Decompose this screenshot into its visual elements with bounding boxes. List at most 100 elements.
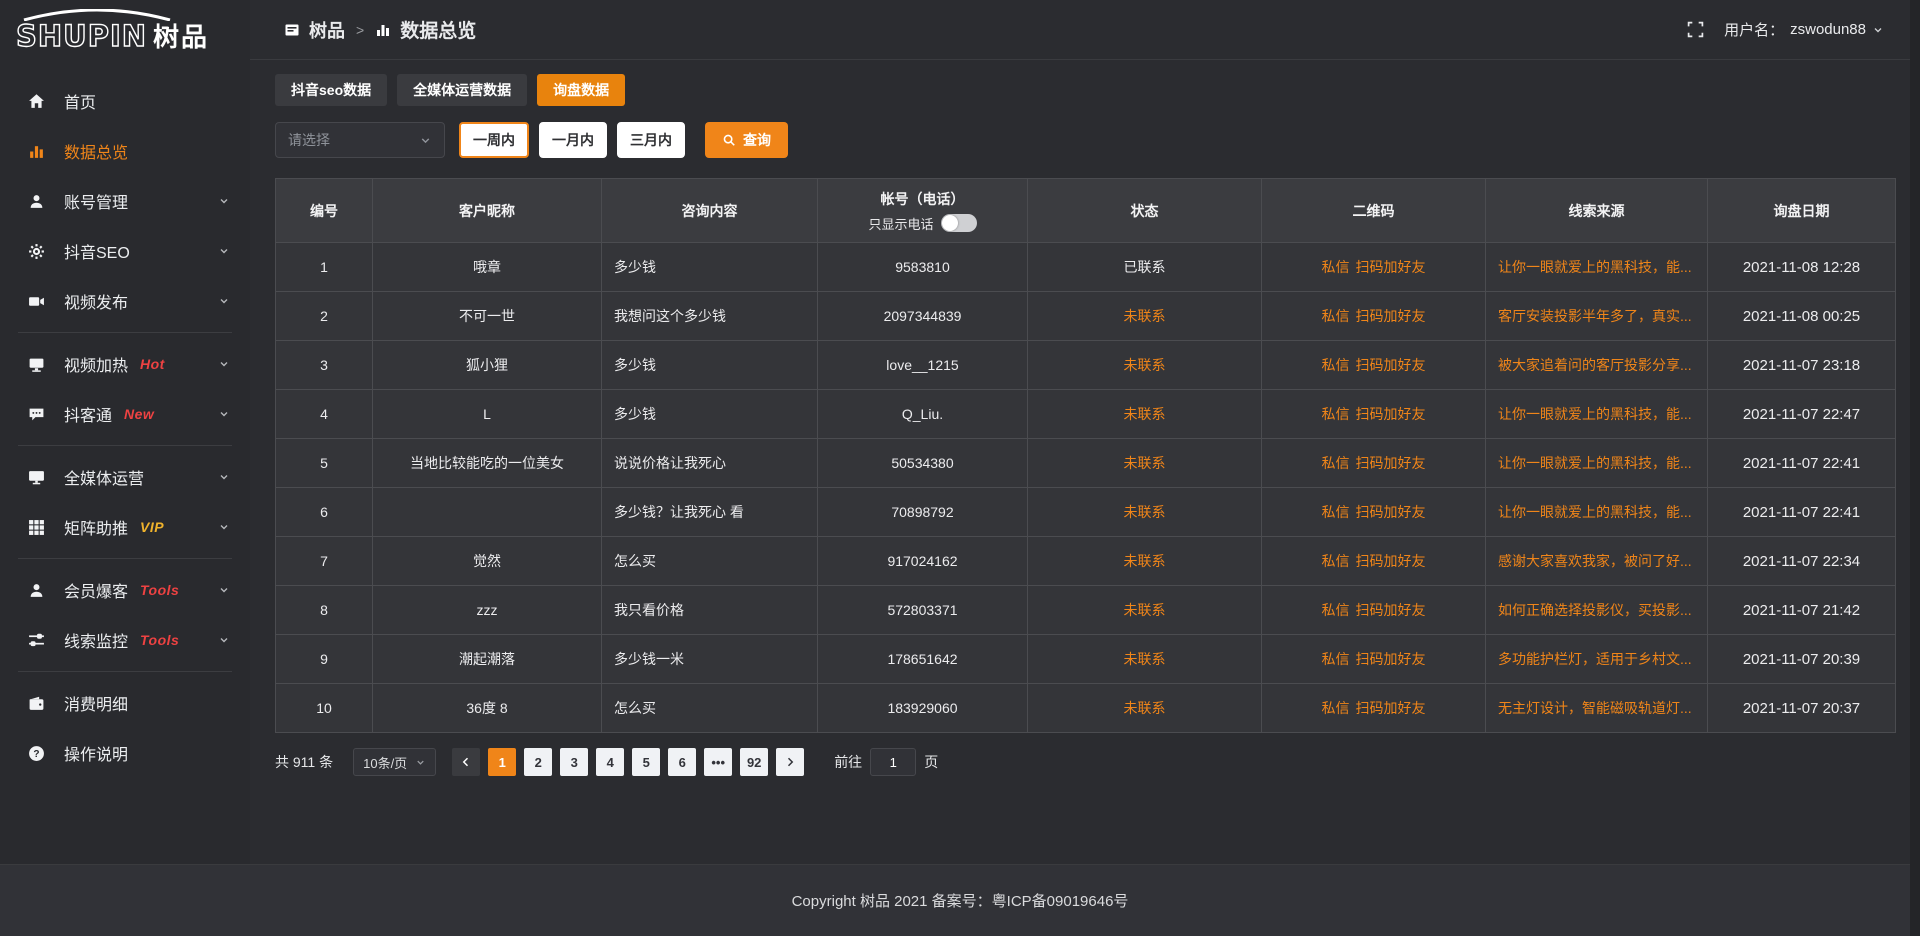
page-button-2[interactable]: 2	[524, 748, 552, 776]
sidebar-item-instructions[interactable]: ?操作说明	[0, 728, 250, 778]
qr-link-private-message[interactable]: 私信	[1322, 651, 1350, 667]
page-button-3[interactable]: 3	[560, 748, 588, 776]
footer: Copyright 树品 2021 备案号：粤ICP备09019646号	[0, 864, 1920, 936]
sidebar-item-data-overview[interactable]: 数据总览	[0, 126, 250, 176]
range-button-one-month[interactable]: 一月内	[539, 122, 607, 158]
page-button-4[interactable]: 4	[596, 748, 624, 776]
sidebar-item-douyin-seo[interactable]: 抖音SEO	[0, 226, 250, 276]
cell-date: 2021-11-08 12:28	[1708, 243, 1896, 292]
qr-link-scan-add-friend[interactable]: 扫码加好友	[1356, 553, 1426, 569]
cell-source: 被大家追着问的客厅投影分享...	[1486, 341, 1708, 390]
sidebar-item-video-publish[interactable]: 视频发布	[0, 276, 250, 326]
page-button-1[interactable]: 1	[488, 748, 516, 776]
phone-only-toggle[interactable]	[941, 214, 977, 232]
page-button-6[interactable]: 6	[668, 748, 696, 776]
cell-source: 无主灯设计，智能磁吸轨道灯...	[1486, 684, 1708, 733]
cell-status: 未联系	[1028, 586, 1262, 635]
fullscreen-icon[interactable]	[1687, 21, 1704, 38]
sidebar-item-video-boost[interactable]: 视频加热Hot	[0, 339, 250, 389]
qr-link-private-message[interactable]: 私信	[1322, 357, 1350, 373]
qr-link-scan-add-friend[interactable]: 扫码加好友	[1356, 651, 1426, 667]
sidebar-item-label: 抖音SEO	[64, 239, 130, 263]
cell-qrcode: 私信扫码加好友	[1262, 292, 1486, 341]
grid-icon	[28, 518, 48, 536]
cell-content: 多少钱一米	[602, 635, 818, 684]
qr-link-private-message[interactable]: 私信	[1322, 406, 1350, 422]
qr-link-scan-add-friend[interactable]: 扫码加好友	[1356, 602, 1426, 618]
source-link[interactable]: 让你一眼就爱上的黑科技，能...	[1498, 259, 1692, 275]
qr-link-scan-add-friend[interactable]: 扫码加好友	[1356, 406, 1426, 422]
qr-link-private-message[interactable]: 私信	[1322, 504, 1350, 520]
scrollbar[interactable]	[1910, 0, 1920, 936]
source-link[interactable]: 感谢大家喜欢我家，被问了好...	[1498, 553, 1692, 569]
qr-link-private-message[interactable]: 私信	[1322, 602, 1350, 618]
sidebar-item-lead-monitor[interactable]: 线索监控Tools	[0, 615, 250, 665]
page-ellipsis-button[interactable]: •••	[704, 748, 732, 776]
source-link[interactable]: 让你一眼就爱上的黑科技，能...	[1498, 504, 1692, 520]
source-link[interactable]: 让你一眼就爱上的黑科技，能...	[1498, 406, 1692, 422]
sidebar-item-account-management[interactable]: 账号管理	[0, 176, 250, 226]
qr-link-scan-add-friend[interactable]: 扫码加好友	[1356, 455, 1426, 471]
user-dropdown[interactable]: 用户名：zswodun88	[1724, 19, 1884, 40]
prev-page-button[interactable]	[452, 748, 480, 776]
sidebar-item-matrix-push[interactable]: 矩阵助推VIP	[0, 502, 250, 552]
qr-link-scan-add-friend[interactable]: 扫码加好友	[1356, 700, 1426, 716]
sidebar-item-label: 会员爆客	[64, 578, 128, 602]
cell-status: 未联系	[1028, 390, 1262, 439]
chevron-down-icon	[419, 134, 432, 147]
cell-no: 2	[276, 292, 373, 341]
qr-link-scan-add-friend[interactable]: 扫码加好友	[1356, 308, 1426, 324]
sidebar-item-label: 消费明细	[64, 691, 128, 715]
search-button[interactable]: 查询	[705, 122, 788, 158]
table-wrap: 编号 客户昵称 咨询内容 帐号（电话） 只显示电话 状态	[275, 178, 1895, 733]
wallet-icon	[28, 694, 48, 712]
chevron-left-icon	[460, 756, 472, 768]
sidebar-item-label: 视频加热	[64, 352, 128, 376]
cell-account: 2097344839	[818, 292, 1028, 341]
page-size-select[interactable]: 10条/页	[353, 748, 436, 776]
cell-date: 2021-11-07 20:39	[1708, 635, 1896, 684]
cell-status: 已联系	[1028, 243, 1262, 292]
goto-page-input[interactable]	[870, 748, 916, 776]
table-row: 8zzz我只看价格572803371未联系私信扫码加好友如何正确选择投影仪，买投…	[276, 586, 1896, 635]
qr-link-private-message[interactable]: 私信	[1322, 553, 1350, 569]
next-page-button[interactable]	[776, 748, 804, 776]
qr-link-private-message[interactable]: 私信	[1322, 455, 1350, 471]
app-logo[interactable]: SHUPIN 树品	[0, 0, 250, 62]
qr-link-private-message[interactable]: 私信	[1322, 259, 1350, 275]
source-link[interactable]: 让你一眼就爱上的黑科技，能...	[1498, 455, 1692, 471]
qr-link-private-message[interactable]: 私信	[1322, 700, 1350, 716]
sidebar: SHUPIN 树品 首页数据总览账号管理抖音SEO 视频发布视频加热Hot抖客通N…	[0, 0, 250, 864]
range-button-three-months[interactable]: 三月内	[617, 122, 685, 158]
qr-link-private-message[interactable]: 私信	[1322, 308, 1350, 324]
cell-qrcode: 私信扫码加好友	[1262, 390, 1486, 439]
cell-content: 多少钱	[602, 390, 818, 439]
user-icon	[28, 581, 48, 599]
range-button-one-week[interactable]: 一周内	[459, 122, 529, 158]
sidebar-item-omni-media[interactable]: 全媒体运营	[0, 452, 250, 502]
user-area: 用户名：zswodun88	[1687, 19, 1884, 40]
sidebar-item-consumption-detail[interactable]: 消费明细	[0, 678, 250, 728]
page-button-5[interactable]: 5	[632, 748, 660, 776]
qr-link-scan-add-friend[interactable]: 扫码加好友	[1356, 504, 1426, 520]
cell-date: 2021-11-07 22:47	[1708, 390, 1896, 439]
page-button-92[interactable]: 92	[740, 748, 768, 776]
source-link[interactable]: 如何正确选择投影仪，买投影...	[1498, 602, 1692, 618]
col-header-date: 询盘日期	[1708, 179, 1896, 243]
source-link[interactable]: 多功能护栏灯，适用于乡村文...	[1498, 651, 1692, 667]
tab-omni-media-data[interactable]: 全媒体运营数据	[397, 74, 527, 106]
breadcrumb-root[interactable]: 树品	[309, 17, 345, 43]
source-link[interactable]: 被大家追着问的客厅投影分享...	[1498, 357, 1692, 373]
qr-link-scan-add-friend[interactable]: 扫码加好友	[1356, 357, 1426, 373]
filter-select[interactable]: 请选择	[275, 122, 445, 158]
source-link[interactable]: 客厅安装投影半年多了，真实...	[1498, 308, 1692, 324]
tab-douyin-seo-data[interactable]: 抖音seo数据	[275, 74, 387, 106]
date-range-group: 一周内一月内三月内	[459, 122, 685, 158]
cell-source: 让你一眼就爱上的黑科技，能...	[1486, 488, 1708, 537]
sidebar-item-home[interactable]: 首页	[0, 76, 250, 126]
qr-link-scan-add-friend[interactable]: 扫码加好友	[1356, 259, 1426, 275]
source-link[interactable]: 无主灯设计，智能磁吸轨道灯...	[1498, 700, 1692, 716]
tab-inquiry-data[interactable]: 询盘数据	[537, 74, 625, 106]
sidebar-item-member-leads[interactable]: 会员爆客Tools	[0, 565, 250, 615]
sidebar-item-douketong[interactable]: 抖客通New	[0, 389, 250, 439]
